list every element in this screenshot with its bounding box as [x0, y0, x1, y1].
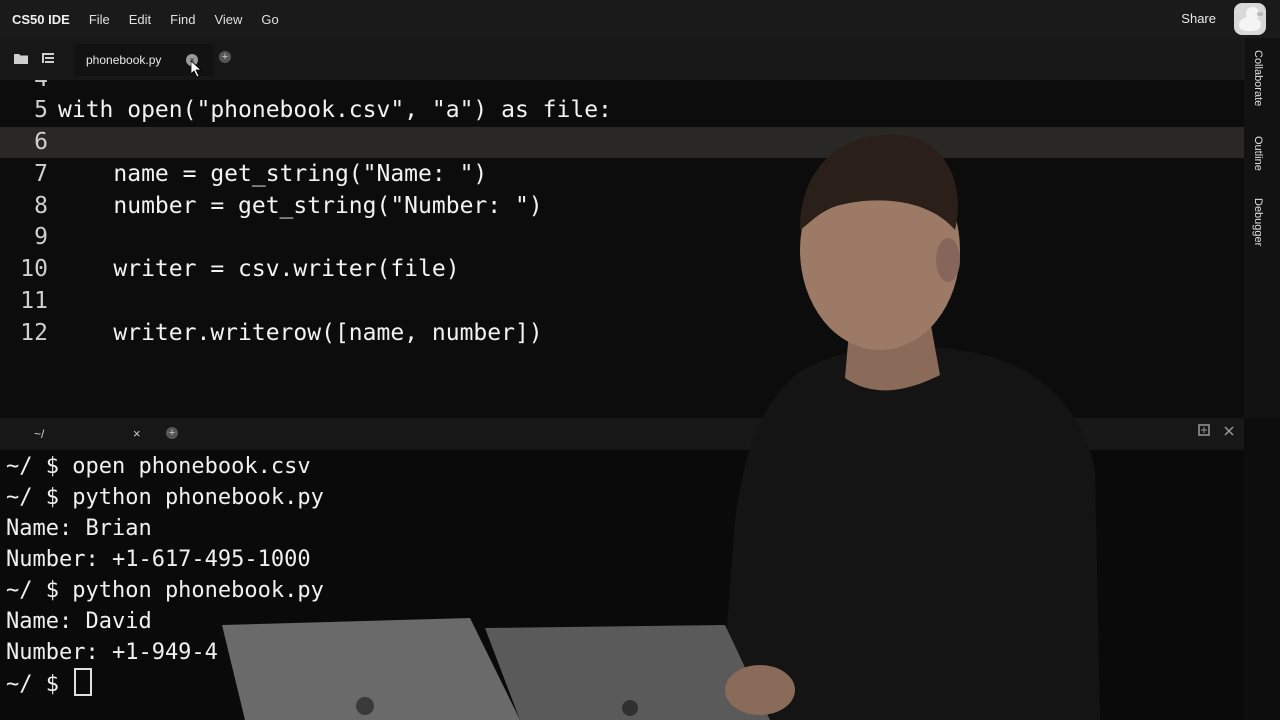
code-line: 12 writer.writerow([name, number])	[0, 318, 1244, 349]
mouse-pointer-icon	[190, 60, 203, 80]
code-line: 8 number = get_string("Number: ")	[0, 191, 1244, 222]
code-line: 7 name = get_string("Name: ")	[0, 159, 1244, 190]
line-number: 9	[34, 224, 48, 250]
folder-icon[interactable]	[14, 53, 28, 67]
code-text: writer = csv.writer(file)	[58, 256, 460, 282]
menu-view[interactable]: View	[214, 12, 242, 27]
menu-edit[interactable]: Edit	[129, 12, 151, 27]
code-text: writer.writerow([name, number])	[58, 320, 543, 346]
line-number: 4	[0, 80, 48, 95]
line-number: 5	[34, 97, 48, 123]
line-number: 10	[20, 256, 48, 282]
tab-collaborate[interactable]: Collaborate	[1252, 50, 1264, 106]
duck-beak	[1257, 12, 1263, 16]
share-button[interactable]: Share	[1181, 11, 1216, 26]
terminal-tab-bar: ~/ × +	[0, 418, 1244, 450]
tab-label: phonebook.py	[86, 53, 162, 67]
file-tree-icon[interactable]	[42, 53, 54, 67]
menu-bar: CS50 IDE File Edit Find View Go Share	[0, 0, 1280, 38]
right-panel: Collaborate Outline Debugger	[1243, 38, 1280, 418]
maximize-icon[interactable]	[1198, 424, 1210, 439]
code-line: 10 writer = csv.writer(file)	[0, 254, 1244, 285]
add-terminal-icon[interactable]: +	[166, 427, 178, 439]
terminal-line: Number: +1-949-4	[6, 640, 218, 665]
terminal-cursor	[74, 668, 93, 696]
terminal-line: ~/ $ python phonebook.py	[6, 485, 324, 510]
close-icon[interactable]	[1224, 424, 1234, 439]
terminal-line: Name: David	[6, 609, 152, 634]
code-text: name = get_string("Name: ")	[58, 161, 488, 187]
line-number: 7	[34, 161, 48, 187]
terminal-close-icon[interactable]: ×	[133, 426, 141, 441]
code-editor[interactable]: 4 5 with open("phonebook.csv", "a") as f…	[0, 80, 1244, 418]
terminal-line: ~/ $ open phonebook.csv	[6, 454, 311, 479]
code-text: number = get_string("Number: ")	[58, 193, 543, 219]
editor-tab-bar: phonebook.py ×	[0, 38, 1244, 81]
line-number: 6	[34, 129, 48, 155]
terminal-tab[interactable]: ~/	[34, 427, 44, 441]
terminal-line: Name: Brian	[6, 516, 152, 541]
menu-find[interactable]: Find	[170, 12, 195, 27]
code-line: 4	[0, 80, 1244, 95]
terminal-prompt: ~/ $	[6, 672, 73, 697]
line-number: 12	[20, 320, 48, 346]
tab-debugger[interactable]: Debugger	[1252, 198, 1264, 246]
add-tab-icon[interactable]: +	[219, 51, 231, 63]
code-line: 5 with open("phonebook.csv", "a") as fil…	[0, 95, 1244, 126]
line-number: 11	[20, 288, 48, 314]
code-line: 9	[0, 222, 1244, 253]
terminal-line: Number: +1-617-495-1000	[6, 547, 311, 572]
menu-file[interactable]: File	[89, 12, 110, 27]
terminal-line: ~/ $ python phonebook.py	[6, 578, 324, 603]
app-brand[interactable]: CS50 IDE	[12, 12, 70, 27]
terminal[interactable]: ~/ $ open phonebook.csv ~/ $ python phon…	[0, 450, 1244, 720]
code-line-active: 6	[0, 127, 1244, 158]
terminal-prompt-line[interactable]: ~/ $	[6, 668, 93, 700]
code-text: with open("phonebook.csv", "a") as file:	[58, 97, 612, 123]
tab-outline[interactable]: Outline	[1252, 136, 1264, 171]
duck-avatar-icon[interactable]	[1234, 3, 1266, 35]
menu-go[interactable]: Go	[261, 12, 278, 27]
code-line: 11	[0, 286, 1244, 317]
line-number: 8	[34, 193, 48, 219]
